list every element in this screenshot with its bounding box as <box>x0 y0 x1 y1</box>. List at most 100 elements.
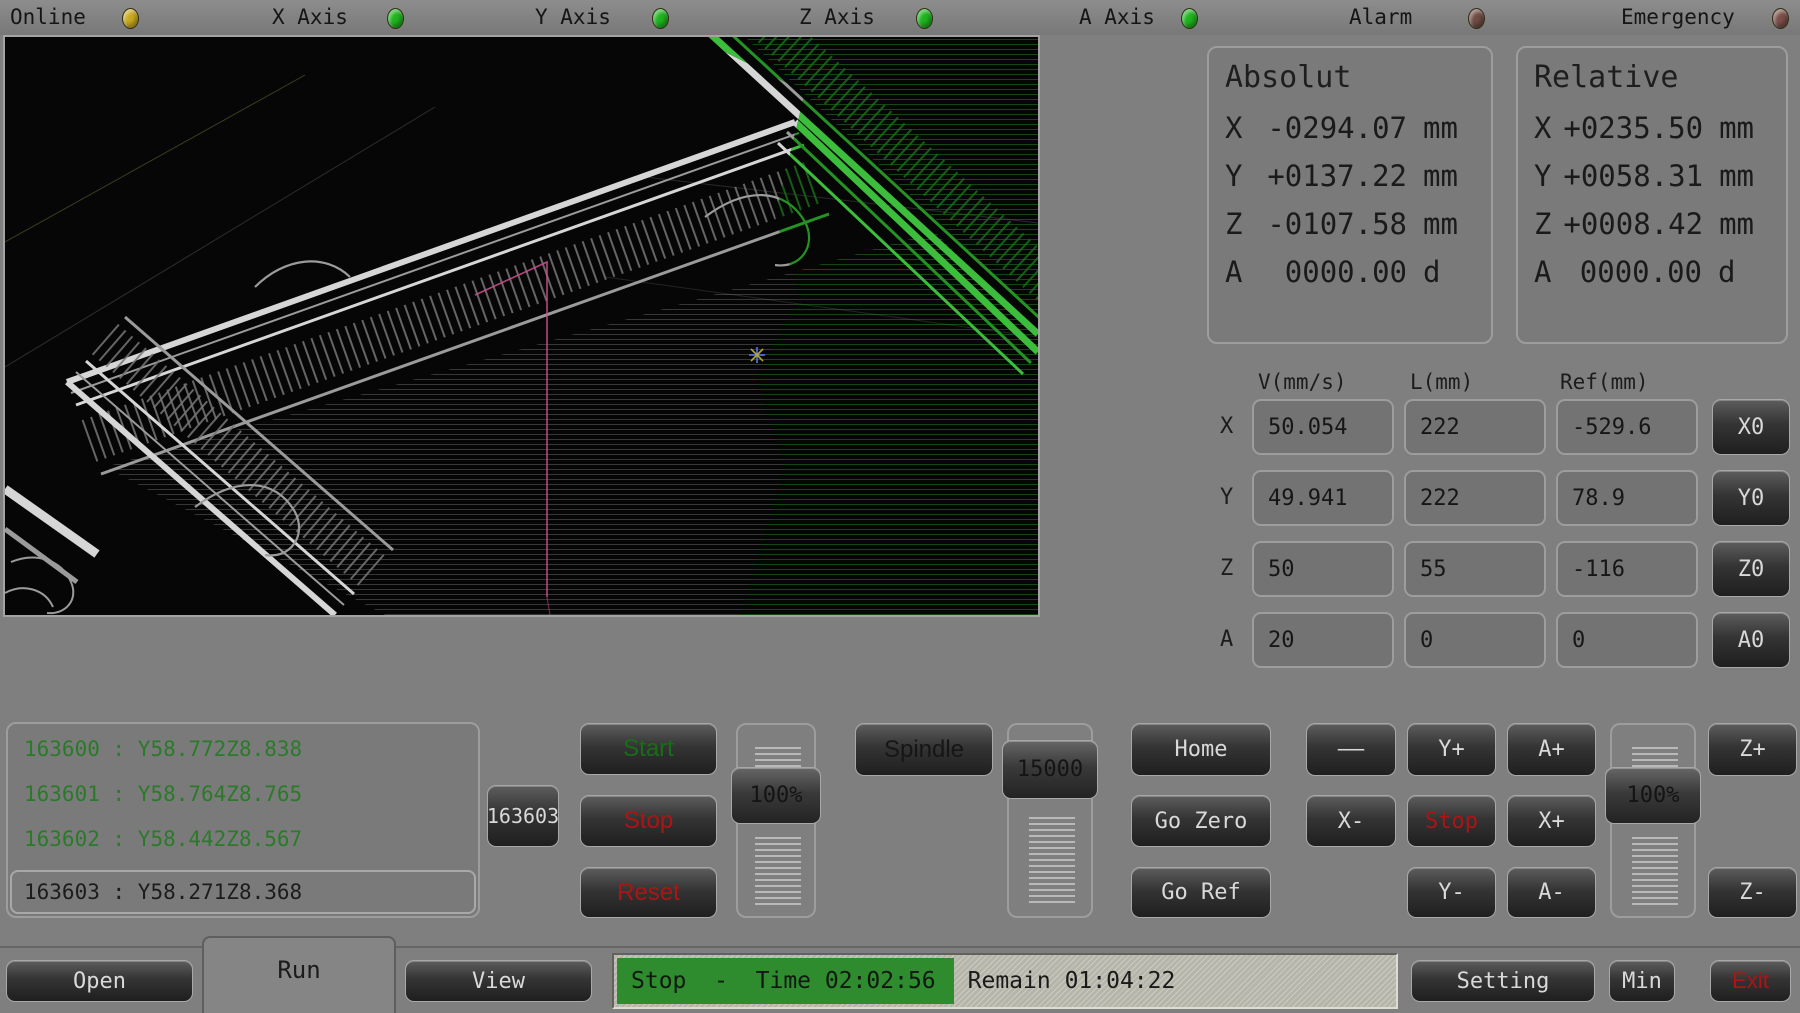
x-length-field[interactable]: 222 <box>1404 399 1546 455</box>
job-status-box: Stop - Time 02:02:56 Remain 01:04:22 <box>612 953 1398 1009</box>
gcode-current-line: 163603 : Y58.271Z8.368 <box>10 870 476 914</box>
a-ref-field[interactable]: 0 <box>1556 612 1698 668</box>
z-zero-button[interactable]: Z0 <box>1712 541 1790 597</box>
rel-x-row: X +0235.50 mm <box>1534 111 1770 145</box>
min-button[interactable]: Min <box>1609 960 1675 1002</box>
go-zero-button[interactable]: Go Zero <box>1131 795 1271 847</box>
a-zero-button[interactable]: A0 <box>1712 612 1790 668</box>
z-axis-label: Z Axis <box>799 5 875 29</box>
start-button[interactable]: Start <box>580 723 717 775</box>
unit-label: mm <box>1407 111 1475 145</box>
online-led-icon <box>122 8 139 29</box>
axis-letter: A <box>1534 255 1564 289</box>
abs-x-row: X -0294.07 mm <box>1225 111 1475 145</box>
a-length-field[interactable]: 0 <box>1404 612 1546 668</box>
jog-y-plus-button[interactable]: Y+ <box>1407 723 1496 776</box>
jog-z-plus-button[interactable]: Z+ <box>1708 723 1797 776</box>
rel-y-row: Y +0058.31 mm <box>1534 159 1770 193</box>
relative-dro-panel: Relative X +0235.50 mm Y +0058.31 mm Z +… <box>1516 46 1788 344</box>
y-zero-button[interactable]: Y0 <box>1712 470 1790 526</box>
emergency-label: Emergency <box>1621 5 1735 29</box>
y-velocity-field[interactable]: 49.941 <box>1252 470 1394 526</box>
y-axis-label: Y Axis <box>535 5 611 29</box>
rel-a-row: A 0000.00 d <box>1534 255 1770 289</box>
job-status-text: Stop - Time 02:02:56 <box>617 958 954 1004</box>
rel-z-row: Z +0008.42 mm <box>1534 207 1770 241</box>
spindle-speed-handle[interactable]: 15000 <box>1002 740 1098 799</box>
go-ref-button[interactable]: Go Ref <box>1131 867 1271 918</box>
z-velocity-field[interactable]: 50 <box>1252 541 1394 597</box>
view-button[interactable]: View <box>405 960 592 1002</box>
abs-y-row: Y +0137.22 mm <box>1225 159 1475 193</box>
x-row-label: X <box>1220 414 1233 439</box>
current-line-number-button[interactable]: 163603 <box>487 785 559 847</box>
unit-label: mm <box>1407 159 1475 193</box>
slider-ridges <box>1632 837 1678 909</box>
rel-x-value: +0235.50 <box>1563 111 1703 145</box>
feed-override-handle[interactable]: 100% <box>731 767 821 824</box>
y-length-field[interactable]: 222 <box>1404 470 1546 526</box>
jog-x-plus-button[interactable]: X+ <box>1507 795 1596 847</box>
tab-run[interactable]: Run <box>202 936 396 1013</box>
abs-a-value: 0000.00 <box>1255 255 1407 289</box>
gcode-line: 163602 : Y58.442Z8.567 <box>24 827 302 851</box>
z-length-field[interactable]: 55 <box>1404 541 1546 597</box>
home-button[interactable]: Home <box>1131 723 1271 776</box>
unit-label: mm <box>1703 111 1770 145</box>
ref-column-header: Ref(mm) <box>1560 370 1649 394</box>
jog-dash-button[interactable]: —— <box>1306 723 1396 776</box>
reset-button[interactable]: Reset <box>580 867 717 918</box>
jog-x-minus-button[interactable]: X- <box>1306 795 1396 847</box>
gcode-list-panel[interactable]: 163600 : Y58.772Z8.838 163601 : Y58.764Z… <box>6 722 480 918</box>
axis-letter: X <box>1225 111 1255 145</box>
top-status-bar: Online X Axis Y Axis Z Axis A Axis Alarm… <box>0 0 1800 35</box>
v-column-header: V(mm/s) <box>1258 370 1347 394</box>
origin-marker-icon <box>749 347 765 363</box>
abs-z-value: -0107.58 <box>1255 207 1407 241</box>
online-label: Online <box>10 5 86 29</box>
toolpath-3d-viewport[interactable]: .es1 .l1{stroke:var(--c1);} .es1 .l2{str… <box>3 35 1040 617</box>
unit-label: d <box>1702 255 1770 289</box>
y-axis-led-icon <box>652 8 669 29</box>
abs-x-value: -0294.07 <box>1255 111 1407 145</box>
rel-a-value: 0000.00 <box>1564 255 1702 289</box>
emergency-led-icon <box>1772 8 1789 29</box>
axis-letter: A <box>1225 255 1255 289</box>
a-axis-led-icon <box>1181 8 1198 29</box>
relative-title: Relative <box>1534 60 1770 95</box>
a-row-label: A <box>1220 627 1233 652</box>
a-axis-label: A Axis <box>1079 5 1155 29</box>
exit-button[interactable]: Exit <box>1710 960 1791 1002</box>
a-velocity-field[interactable]: 20 <box>1252 612 1394 668</box>
jog-stop-button[interactable]: Stop <box>1407 795 1496 847</box>
z-ref-field[interactable]: -116 <box>1556 541 1698 597</box>
x-ref-field[interactable]: -529.6 <box>1556 399 1698 455</box>
axis-letter: Z <box>1225 207 1255 241</box>
axis-letter: Y <box>1225 159 1255 193</box>
x-axis-led-icon <box>387 8 404 29</box>
open-button[interactable]: Open <box>6 960 193 1002</box>
jog-z-minus-button[interactable]: Z- <box>1708 867 1797 918</box>
jog-y-minus-button[interactable]: Y- <box>1407 867 1496 918</box>
unit-label: mm <box>1703 159 1770 193</box>
l-column-header: L(mm) <box>1410 370 1473 394</box>
jog-a-minus-button[interactable]: A- <box>1507 867 1596 918</box>
absolute-title: Absolut <box>1225 60 1475 95</box>
rel-z-value: +0008.42 <box>1563 207 1703 241</box>
unit-label: d <box>1407 255 1475 289</box>
y-ref-field[interactable]: 78.9 <box>1556 470 1698 526</box>
setting-button[interactable]: Setting <box>1411 960 1595 1002</box>
x-zero-button[interactable]: X0 <box>1712 399 1790 455</box>
x-velocity-field[interactable]: 50.054 <box>1252 399 1394 455</box>
alarm-led-icon <box>1468 8 1485 29</box>
axis-letter: Z <box>1534 207 1563 241</box>
jog-override-handle[interactable]: 100% <box>1605 767 1701 824</box>
abs-z-row: Z -0107.58 mm <box>1225 207 1475 241</box>
jog-a-plus-button[interactable]: A+ <box>1507 723 1596 776</box>
abs-a-row: A 0000.00 d <box>1225 255 1475 289</box>
cnc-control-app: { "top_bar": { "items": [ {"label": "Onl… <box>0 0 1800 1013</box>
stop-button[interactable]: Stop <box>580 795 717 847</box>
spindle-button[interactable]: Spindle <box>855 723 993 776</box>
y-row-label: Y <box>1220 485 1233 510</box>
x-axis-label: X Axis <box>272 5 348 29</box>
